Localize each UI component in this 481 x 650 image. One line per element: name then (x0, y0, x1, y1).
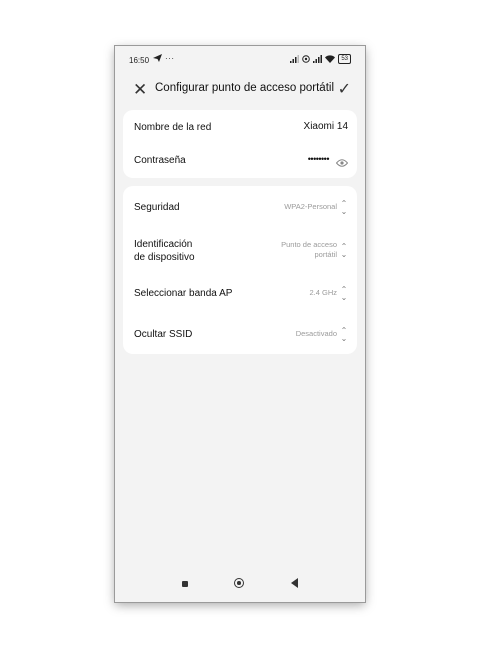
network-name-row[interactable]: Nombre de la red Xiaomi 14 (123, 110, 357, 144)
password-row[interactable]: Contraseña •••••••• (123, 144, 357, 178)
hide-ssid-label: Ocultar SSID (134, 329, 193, 340)
device-id-row[interactable]: Identificación de dispositivo Punto de a… (123, 226, 357, 274)
hotspot-icon (302, 55, 311, 63)
band-row[interactable]: Seleccionar banda AP 2.4 GHz ⌃ ⌄ (123, 274, 357, 314)
device-id-label-line2: de dispositivo (134, 252, 195, 263)
close-icon[interactable]: ✕ (133, 80, 147, 100)
security-value: WPA2-Personal (284, 202, 337, 211)
network-name-value: Xiaomi 14 (303, 121, 348, 132)
chevron-updown-icon: ⌃ ⌄ (340, 199, 348, 216)
system-icons: 53 (290, 54, 351, 64)
page-title: Configurar punto de acceso portátil (155, 82, 334, 94)
status-time: 16:50 (129, 56, 150, 65)
device-id-label: Identificación de dispositivo (134, 238, 195, 264)
security-row[interactable]: Seguridad WPA2-Personal ⌃ ⌄ (123, 186, 357, 226)
status-bar: 16:50 ··· 53 (115, 46, 365, 76)
device-id-value-line1: Punto de acceso (281, 240, 337, 249)
hide-ssid-row[interactable]: Ocultar SSID Desactivado ⌃ ⌄ (123, 314, 357, 354)
band-value: 2.4 GHz (309, 288, 337, 297)
network-name-label: Nombre de la red (134, 122, 212, 133)
phone-screen: 16:50 ··· 53 ✕ Configurar punto de acces… (115, 46, 365, 602)
chevron-updown-icon: ⌃ ⌄ (340, 242, 348, 259)
eye-icon[interactable] (335, 154, 349, 172)
device-id-value: Punto de acceso portátil (281, 240, 337, 260)
chevron-updown-icon: ⌃ ⌄ (340, 285, 348, 302)
checkmark-icon[interactable]: ✓ (338, 80, 351, 100)
chevron-updown-icon: ⌃ ⌄ (340, 326, 348, 343)
recents-icon[interactable] (182, 581, 188, 587)
device-id-value-line2: portátil (314, 250, 337, 259)
band-label: Seleccionar banda AP (134, 288, 233, 299)
hide-ssid-value: Desactivado (295, 329, 337, 338)
password-value: •••••••• (307, 154, 330, 164)
back-icon[interactable] (291, 578, 298, 588)
send-icon (153, 54, 162, 64)
settings-card: Seguridad WPA2-Personal ⌃ ⌄ Identificació… (123, 186, 357, 354)
device-id-label-line1: Identificación (134, 239, 193, 250)
signal-2-icon (313, 55, 323, 63)
signal-icon (290, 55, 300, 63)
password-label: Contraseña (134, 155, 186, 166)
title-bar: ✕ Configurar punto de acceso portátil ✓ (115, 76, 365, 110)
status-dots: ··· (165, 54, 175, 63)
security-label: Seguridad (134, 202, 180, 213)
navigation-bar (115, 572, 365, 600)
wifi-icon (325, 55, 336, 63)
home-icon[interactable] (234, 578, 244, 588)
battery-icon: 53 (338, 54, 351, 64)
network-card: Nombre de la red Xiaomi 14 Contraseña ••… (123, 110, 357, 178)
